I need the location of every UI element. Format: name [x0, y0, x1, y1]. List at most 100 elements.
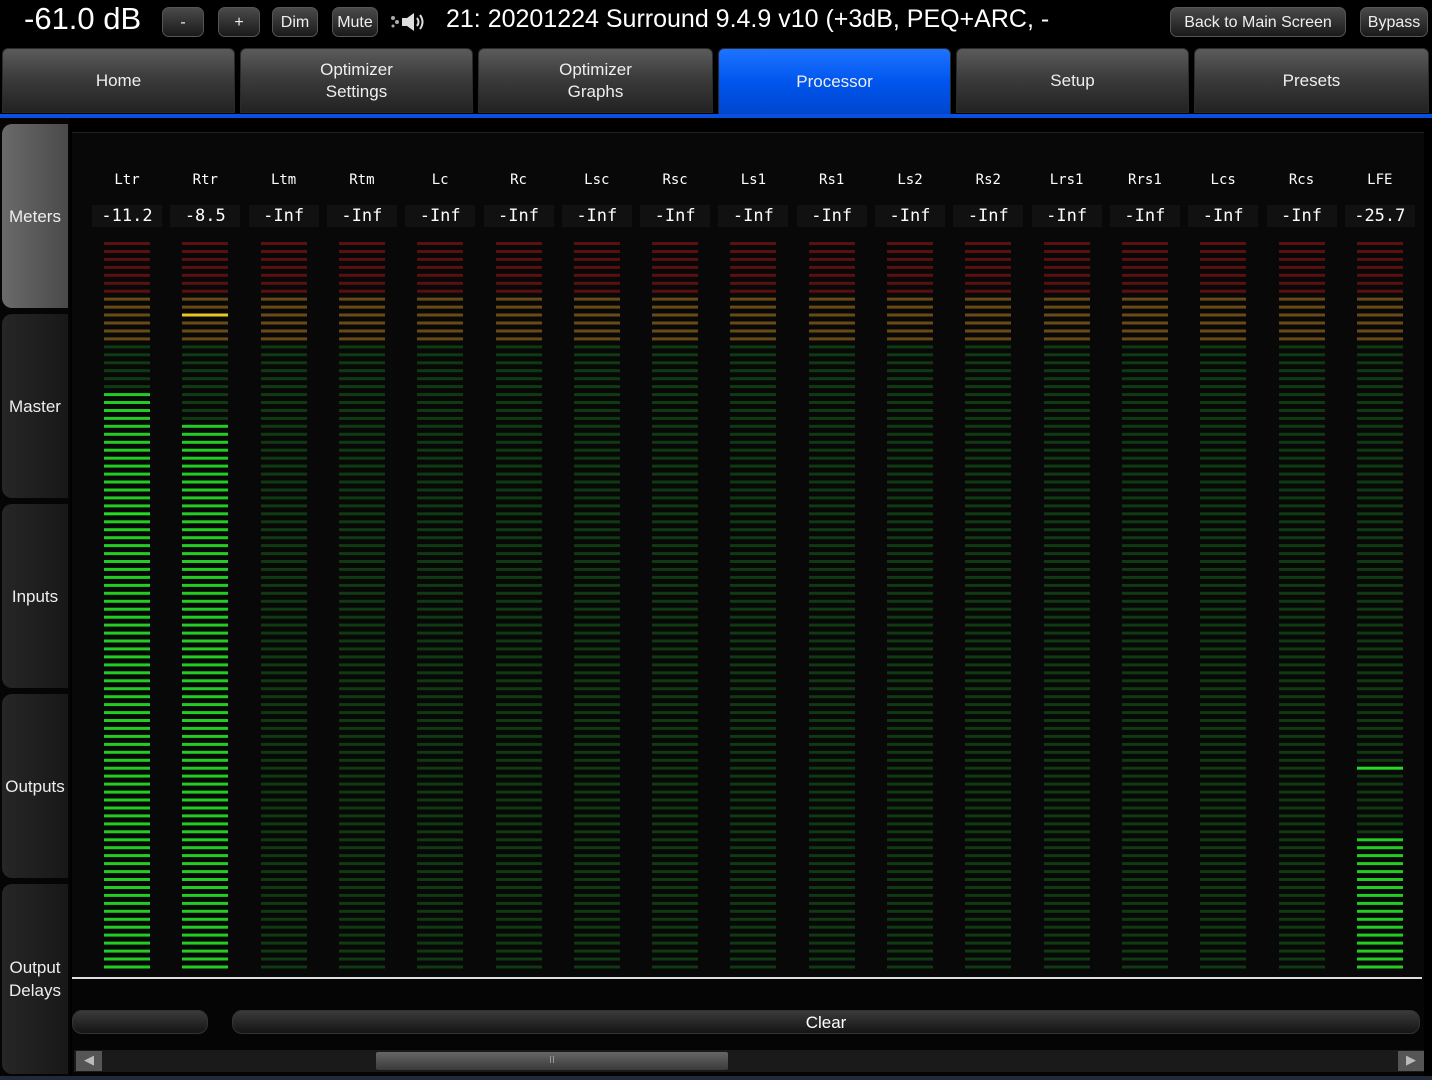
meter-segment — [495, 607, 542, 611]
meter-segment — [965, 822, 1012, 826]
meter-segment — [573, 719, 620, 722]
meter-segment — [104, 695, 150, 699]
meter-segment — [573, 393, 620, 397]
meter-segment — [1043, 504, 1090, 508]
speaker-icon[interactable] — [388, 10, 428, 34]
meter-segment — [730, 257, 777, 261]
meter-segment — [730, 552, 777, 556]
meter-segment — [573, 242, 620, 245]
meter-segment — [1200, 750, 1247, 754]
meter-segment — [652, 464, 699, 468]
meter-segment — [808, 432, 855, 436]
meter-segment — [338, 599, 385, 603]
meter-segment — [965, 758, 1012, 762]
meter-segment — [182, 416, 229, 420]
meter-segment — [1278, 719, 1325, 722]
bypass-button[interactable]: Bypass — [1360, 7, 1428, 37]
dim-button[interactable]: Dim — [272, 7, 318, 37]
meter-segment — [808, 242, 855, 245]
tab-optimizer-settings[interactable]: Optimizer Settings — [240, 48, 473, 113]
horizontal-scrollbar[interactable] — [74, 1050, 1424, 1072]
meter-segment — [338, 615, 385, 619]
meter-segment — [808, 901, 855, 905]
meter-segment — [965, 305, 1012, 309]
meter-segment — [260, 242, 307, 245]
meter-segment — [495, 297, 542, 301]
meter-segment — [495, 242, 542, 245]
sidebar-item-outputs[interactable]: Outputs — [2, 694, 68, 878]
meter-segment — [417, 567, 464, 571]
meter-segment — [1043, 353, 1090, 357]
meter-segment — [260, 567, 307, 571]
scroll-right-arrow-icon[interactable]: ▶ — [1398, 1051, 1424, 1071]
back-to-main-screen-button[interactable]: Back to Main Screen — [1170, 7, 1346, 37]
mute-button[interactable]: Mute — [332, 7, 378, 37]
meter-segment — [1121, 766, 1168, 770]
meter-segment — [730, 957, 777, 961]
meter-segment — [1043, 409, 1090, 412]
volume-up-button[interactable]: + — [218, 7, 260, 37]
meter-segment — [573, 520, 620, 524]
meter-segment — [104, 289, 150, 293]
meter-segment — [1278, 504, 1325, 508]
meter-segment — [417, 886, 464, 889]
meter-segment — [1043, 631, 1090, 635]
meter-segment — [1356, 337, 1403, 341]
tab-processor[interactable]: Processor — [718, 48, 951, 116]
bottom-left-button[interactable] — [72, 1010, 208, 1034]
meter-segment — [495, 424, 542, 428]
meter-segment — [887, 353, 933, 357]
meter-segment — [1356, 631, 1403, 635]
meter-segment — [1278, 790, 1325, 794]
channel-label-rtr: Rtr — [192, 172, 218, 188]
channel-label-ls1: Ls1 — [740, 172, 767, 188]
meter-segment — [730, 814, 777, 818]
level-meter-rc — [495, 242, 542, 969]
meter-segment — [730, 250, 777, 253]
meter-segment — [1278, 758, 1325, 762]
meter-segment — [887, 512, 933, 516]
meter-segment — [1043, 281, 1090, 285]
tab-setup[interactable]: Setup — [956, 48, 1189, 113]
meter-segment — [260, 901, 307, 905]
meter-segment — [104, 329, 150, 333]
scroll-left-arrow-icon[interactable]: ◀ — [76, 1051, 102, 1071]
scroll-thumb[interactable]: II — [376, 1052, 728, 1070]
sidebar-item-output-delays[interactable]: Output Delays — [2, 884, 68, 1074]
meter-segment — [1200, 242, 1247, 245]
meter-segment — [495, 631, 542, 635]
tab-presets[interactable]: Presets — [1194, 48, 1429, 113]
meter-segment — [104, 615, 150, 619]
clear-button[interactable]: Clear — [232, 1010, 1420, 1034]
channel-value-rtr: -8.5 — [170, 205, 241, 227]
meter-segment — [182, 862, 229, 866]
meter-segment — [808, 758, 855, 762]
meter-segment — [1043, 734, 1090, 738]
tab-optimizer-graphs[interactable]: Optimizer Graphs — [478, 48, 713, 113]
meter-segment — [1356, 870, 1403, 874]
sidebar-item-meters[interactable]: Meters — [2, 124, 68, 308]
meter-segment — [1356, 758, 1403, 762]
meter-segment — [260, 377, 307, 381]
meter-segment — [182, 385, 229, 389]
meter-segment — [495, 369, 542, 373]
meter-segment — [417, 917, 464, 921]
meter-segment — [1278, 798, 1325, 802]
meter-segment — [1121, 313, 1168, 317]
meter-segment — [652, 583, 699, 587]
meter-segment — [1356, 655, 1403, 659]
meter-segment — [1200, 560, 1247, 563]
meter-segment — [417, 599, 464, 603]
meter-segment — [338, 647, 385, 651]
sidebar-item-master[interactable]: Master — [2, 314, 68, 498]
meter-segment — [965, 607, 1012, 611]
sidebar-item-inputs[interactable]: Inputs — [2, 504, 68, 688]
meter-segment — [338, 528, 385, 532]
meter-segment — [417, 893, 464, 897]
meter-segment — [1278, 250, 1325, 253]
volume-down-button[interactable]: - — [162, 7, 204, 37]
meter-segment — [338, 750, 385, 754]
meter-segment — [104, 949, 150, 953]
meter-segment — [1121, 552, 1168, 556]
tab-home[interactable]: Home — [2, 48, 235, 113]
